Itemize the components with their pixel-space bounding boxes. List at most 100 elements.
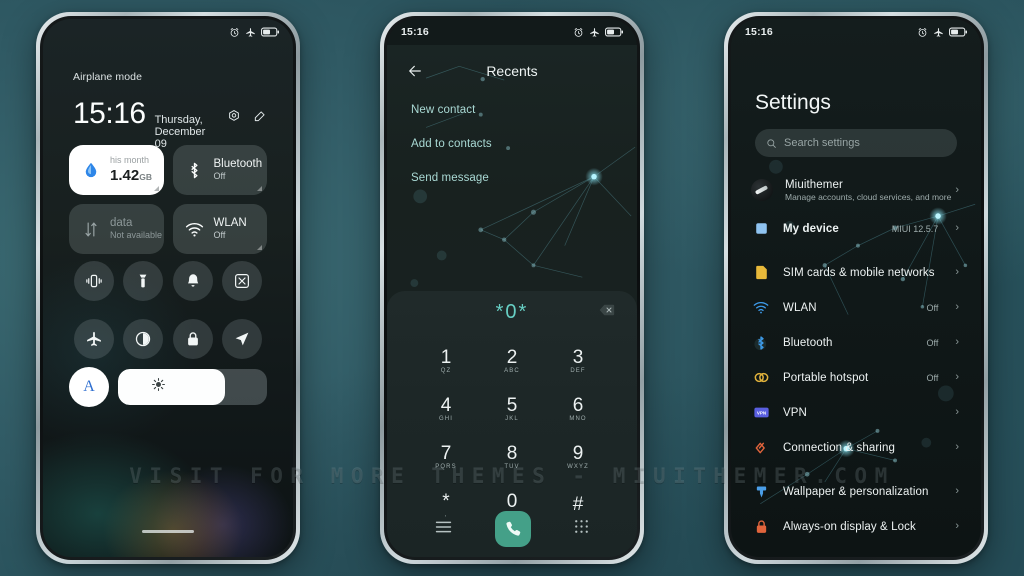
key-digit: 1 (440, 346, 452, 368)
contrast-icon (136, 331, 151, 347)
tile-data-usage-label: his month (110, 154, 150, 165)
chevron-right-icon: › (955, 520, 959, 532)
connection-sharing-label: Connection & sharing (783, 441, 895, 454)
portable-hotspot-text: Portable hotspot (783, 372, 914, 384)
auto-brightness-button[interactable]: A (69, 367, 109, 407)
phone1-status-icons (229, 27, 279, 38)
phone-settings: 15:16 Settings Search settings Miuitheme… (724, 12, 988, 564)
vpn-label: VPN (783, 406, 807, 419)
settings-list: Miuithemer Manage accounts, cloud servic… (731, 169, 981, 557)
tile-mobile-data-label: data (110, 216, 133, 229)
settings-row-wlan[interactable]: WLAN Off › (731, 290, 981, 325)
account-subtitle: Manage accounts, cloud services, and mor… (785, 191, 952, 202)
home-indicator[interactable] (142, 530, 194, 533)
sim-cards-text: SIM cards & mobile networks (783, 267, 935, 279)
settings-row-always-on-display-lock[interactable]: Always-on display & Lock › (731, 509, 981, 544)
dialer-menu: New contact Add to contacts Send message (387, 93, 637, 195)
search-icon (767, 138, 776, 148)
toggle-vibrate[interactable] (73, 261, 114, 301)
svg-text:VPN: VPN (756, 410, 765, 415)
airplane-mode-label: Airplane mode (73, 71, 143, 83)
hamburger-icon (435, 521, 451, 532)
menu-item-send-message[interactable]: Send message (411, 161, 613, 195)
phone3-screen: 15:16 Settings Search settings Miuitheme… (731, 19, 981, 557)
tile-resize-corner[interactable] (153, 186, 159, 191)
tile-data-usage-text: his month 1.42GB (110, 155, 152, 186)
brightness-icon (151, 377, 166, 397)
water-drop-icon (80, 161, 101, 179)
flashlight-icon (139, 274, 147, 288)
dialer-navbar (387, 501, 637, 557)
settings-row-sim-cards[interactable]: SIM cards & mobile networks › (731, 255, 981, 290)
portable-hotspot-value: Off (926, 372, 939, 383)
key-digit: 3 (572, 346, 584, 368)
screenshot-icon (235, 274, 250, 288)
key-7[interactable]: 7 PQRS (413, 435, 479, 479)
tile-resize-corner[interactable] (257, 245, 262, 250)
vibrate-icon (86, 274, 102, 288)
key-6[interactable]: 6 MNO (545, 387, 611, 431)
key-digit: 8 (506, 442, 518, 464)
phone2-status-bar: 15:16 (387, 19, 637, 45)
settings-row-connection-sharing[interactable]: Connection & sharing › (731, 430, 981, 465)
menu-item-add-to-contacts[interactable]: Add to contacts (411, 127, 613, 161)
settings-row-bluetooth[interactable]: Bluetooth Off › (731, 325, 981, 360)
settings-row-my-device[interactable]: My device MIUI 12.5.7 › (731, 211, 981, 246)
key-letters: GHI (439, 416, 453, 423)
key-letters: JKL (505, 416, 519, 423)
menu-button[interactable] (435, 520, 452, 539)
key-2[interactable]: 2 ABC (479, 339, 545, 383)
key-letters: ABC (504, 368, 520, 375)
search-placeholder: Search settings (784, 137, 860, 149)
sharing-icon (751, 438, 771, 458)
toggle-location[interactable] (222, 319, 263, 359)
tile-mobile-data-text: data Not available (110, 216, 162, 242)
call-button[interactable] (494, 511, 531, 547)
keypad-button[interactable] (574, 519, 589, 539)
dialpad-panel: *0* 1 QZ 2 ABC 3 DEF 4 GHI 5 JKL 6 MNO 7 PQRS 8… (387, 291, 637, 557)
toggle-dark-mode[interactable] (123, 319, 164, 359)
tile-wlan-status: Off (213, 230, 226, 241)
list-divider (731, 465, 981, 474)
settings-row-wallpaper-personalization[interactable]: Wallpaper & personalization › (731, 474, 981, 509)
page-title: Recents (486, 63, 538, 79)
brightness-slider[interactable] (118, 369, 267, 405)
tile-mobile-data[interactable]: data Not available (69, 204, 164, 254)
settings-row-vpn[interactable]: VPN VPN › (731, 395, 981, 430)
toggle-screenshot[interactable] (222, 261, 263, 301)
toggle-lock[interactable] (172, 319, 213, 359)
tile-data-usage[interactable]: his month 1.42GB (69, 145, 164, 195)
battery-icon (605, 27, 623, 37)
dialed-number: *0* (495, 300, 529, 323)
clock-time: 15:16 (73, 97, 146, 130)
vpn-text: VPN (783, 407, 926, 419)
backspace-button[interactable] (599, 303, 615, 321)
avatar (751, 179, 773, 201)
phone3-status-icons (917, 27, 967, 38)
brush-icon (751, 482, 771, 502)
settings-row-portable-hotspot[interactable]: Portable hotspot Off › (731, 360, 981, 395)
key-3[interactable]: 3 DEF (545, 339, 611, 383)
chevron-right-icon: › (955, 441, 959, 453)
key-4[interactable]: 4 GHI (413, 387, 479, 431)
toggle-airplane-mode[interactable] (73, 319, 114, 359)
phone-control-center: Airplane mode 15:16 Thursday, December 0… (36, 12, 300, 564)
key-5[interactable]: 5 JKL (479, 387, 545, 431)
bluetooth-value: Off (926, 337, 939, 348)
dialpad-keys: 1 QZ 2 ABC 3 DEF 4 GHI 5 JKL 6 MNO 7 PQRS 8 TUV … (387, 333, 637, 527)
key-9[interactable]: 9 WXYZ (545, 435, 611, 479)
toggle-flashlight[interactable] (123, 261, 164, 301)
menu-item-new-contact[interactable]: New contact (411, 93, 613, 127)
tile-wlan[interactable]: WLAN Off (172, 204, 267, 254)
tile-resize-corner[interactable] (257, 186, 262, 191)
tile-bluetooth[interactable]: Bluetooth Off (172, 145, 267, 195)
settings-row-account[interactable]: Miuithemer Manage accounts, cloud servic… (731, 169, 981, 211)
control-center: Airplane mode 15:16 Thursday, December 0… (43, 19, 293, 557)
edit-icon[interactable] (253, 109, 267, 123)
key-8[interactable]: 8 TUV (479, 435, 545, 479)
search-settings-input[interactable]: Search settings (755, 129, 957, 157)
key-1[interactable]: 1 QZ (413, 339, 479, 383)
toggle-silent[interactable] (172, 261, 213, 301)
settings-gear-icon[interactable] (227, 109, 241, 123)
lock-icon (187, 332, 198, 346)
